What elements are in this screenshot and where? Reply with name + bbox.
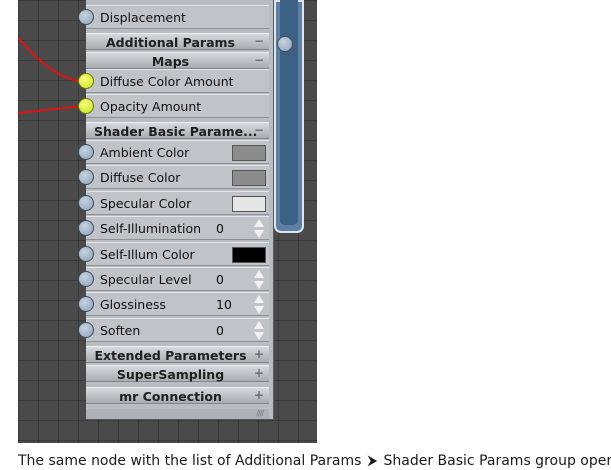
node-footer: //// [86,409,269,419]
wire-diffuse[interactable] [18,37,79,82]
input-socket-glossiness[interactable] [78,296,94,312]
param-label: Ambient Color [100,145,190,160]
param-row-ambient-color[interactable]: Ambient Color [86,140,269,164]
param-label: Diffuse Color [100,170,181,185]
expand-toggle-icon[interactable]: + [254,366,264,380]
input-socket-soften[interactable] [78,322,94,338]
input-socket-ambient-color[interactable] [78,144,94,160]
param-row-soften[interactable]: Soften 0 [86,318,269,342]
group-label: Additional Params [106,35,235,50]
color-swatch[interactable] [232,145,266,161]
input-socket-diffuse-color-amount[interactable] [78,73,94,89]
group-header-supersampling[interactable]: SuperSampling + [86,365,269,382]
group-header-shader-basic-params[interactable]: Shader Basic Parame... − [86,122,269,139]
param-row-diffuse-color[interactable]: Diffuse Color [86,165,269,189]
input-socket-opacity-amount[interactable] [78,98,94,114]
figure-caption: The same node with the list of Additiona… [18,453,611,469]
output-socket[interactable] [277,36,293,52]
input-socket-specular-level[interactable] [78,271,94,287]
caption-text-2: Shader Basic Params group opened [383,453,611,469]
input-socket-displacement[interactable] [78,9,94,25]
param-label: Opacity Amount [100,99,202,114]
color-swatch[interactable] [232,196,266,212]
group-label: Maps [151,54,190,69]
input-socket-self-illumination[interactable] [78,220,94,236]
param-row-specular-level[interactable]: Specular Level 0 [86,267,269,291]
param-row-diffuse-color-amount[interactable]: Diffuse Color Amount [86,69,269,93]
collapse-toggle-icon[interactable]: − [254,34,264,48]
input-socket-specular-color[interactable] [78,195,94,211]
param-value[interactable]: 0 [216,323,224,338]
material-node[interactable]: Displacement Additional Params − Maps − … [86,0,274,420]
expand-toggle-icon[interactable]: + [254,347,264,361]
output-node-edge[interactable] [274,0,304,233]
param-label: Self-Illumination [100,221,202,236]
group-header-mr-connection[interactable]: mr Connection + [86,387,269,404]
collapse-toggle-icon[interactable]: − [254,53,264,67]
group-header-additional-params[interactable]: Additional Params − [86,33,269,50]
input-socket-self-illum-color[interactable] [78,246,94,262]
param-row-self-illum-color[interactable]: Self-Illum Color [86,242,269,266]
collapse-toggle-icon[interactable]: − [254,123,264,137]
spinner-arrows-icon[interactable] [254,270,265,290]
color-swatch[interactable] [232,247,266,263]
param-label: Glossiness [100,297,166,312]
spinner-arrows-icon[interactable] [254,295,265,315]
param-row-self-illumination[interactable]: Self-Illumination 0 [86,216,269,240]
arrow-right-icon: ⮞ [367,453,378,469]
group-label: Shader Basic Parame... [94,124,258,139]
caption-text-1: The same node with the list of Additiona… [18,453,362,469]
group-label: mr Connection [119,389,222,404]
param-value[interactable]: 10 [216,297,232,312]
group-header-extended-parameters[interactable]: Extended Parameters + [86,346,269,363]
wire-opacity[interactable] [18,106,79,114]
param-value[interactable]: 0 [216,221,224,236]
param-row-displacement[interactable]: Displacement [86,5,269,29]
spinner-arrows-icon[interactable] [254,321,265,341]
param-label: Self-Illum Color [100,247,195,262]
param-row-glossiness[interactable]: Glossiness 10 [86,292,269,316]
param-label: Diffuse Color Amount [100,74,234,89]
param-label: Specular Color [100,196,192,211]
expand-toggle-icon[interactable]: + [254,388,264,402]
param-label: Specular Level [100,272,192,287]
param-label: Displacement [100,10,186,25]
param-row-opacity-amount[interactable]: Opacity Amount [86,94,269,118]
group-label: SuperSampling [116,367,225,382]
input-socket-diffuse-color[interactable] [78,169,94,185]
node-editor-canvas[interactable]: Displacement Additional Params − Maps − … [18,0,317,443]
output-node-body [280,0,298,225]
group-header-maps[interactable]: Maps − [86,52,269,69]
resize-grip-icon[interactable]: //// [256,409,264,418]
spinner-arrows-icon[interactable] [254,219,265,239]
param-label: Soften [100,323,141,338]
group-label: Extended Parameters [94,348,247,363]
param-value[interactable]: 0 [216,272,224,287]
param-row-specular-color[interactable]: Specular Color [86,191,269,215]
color-swatch[interactable] [232,170,266,186]
